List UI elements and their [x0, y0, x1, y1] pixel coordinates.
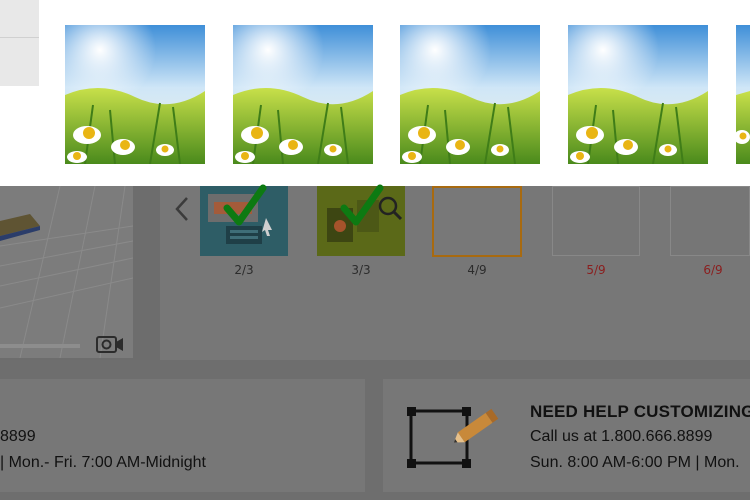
image-thumbnail-partial[interactable] [736, 25, 750, 164]
daisy-photo [400, 25, 540, 164]
checkmark-icon [340, 184, 384, 228]
image-thumbnail[interactable] [568, 25, 708, 164]
camera-icon[interactable] [96, 333, 124, 355]
daisy-photo [65, 25, 205, 164]
page-number-label: 6/9 [703, 263, 723, 277]
image-thumbnail[interactable] [233, 25, 373, 164]
page-number-label: 5/9 [586, 263, 606, 277]
image-thumbnail[interactable] [400, 25, 540, 164]
chevron-left-icon[interactable] [172, 196, 192, 222]
daisy-photo [736, 25, 750, 164]
daisy-photo [568, 25, 708, 164]
phone-number-fragment: 8899 [0, 428, 36, 445]
timeline-track[interactable] [0, 344, 80, 348]
help-phone-line: Call us at 1.800.666.8899 [530, 428, 713, 445]
page-thumbnail-active[interactable] [432, 186, 522, 257]
business-hours-fragment: | Mon.- Fri. 7:00 AM-Midnight [0, 454, 206, 471]
checkmark-icon [223, 184, 267, 228]
image-thumbnail[interactable] [65, 25, 205, 164]
page-thumbnail[interactable] [670, 186, 750, 256]
contact-panel-left [0, 379, 365, 492]
side-tab-divider [0, 37, 39, 38]
page-thumbnail[interactable] [552, 186, 640, 256]
picker-side-tab[interactable] [0, 0, 39, 86]
page-number-label: 4/9 [467, 263, 487, 277]
help-hours-line: Sun. 8:00 AM-6:00 PM | Mon. [530, 454, 740, 471]
help-title: NEED HELP CUSTOMIZING [530, 402, 750, 421]
page-number-label: 3/3 [351, 263, 371, 277]
pencil-icon [448, 403, 504, 451]
daisy-photo [233, 25, 373, 164]
page-number-label: 2/3 [234, 263, 254, 277]
